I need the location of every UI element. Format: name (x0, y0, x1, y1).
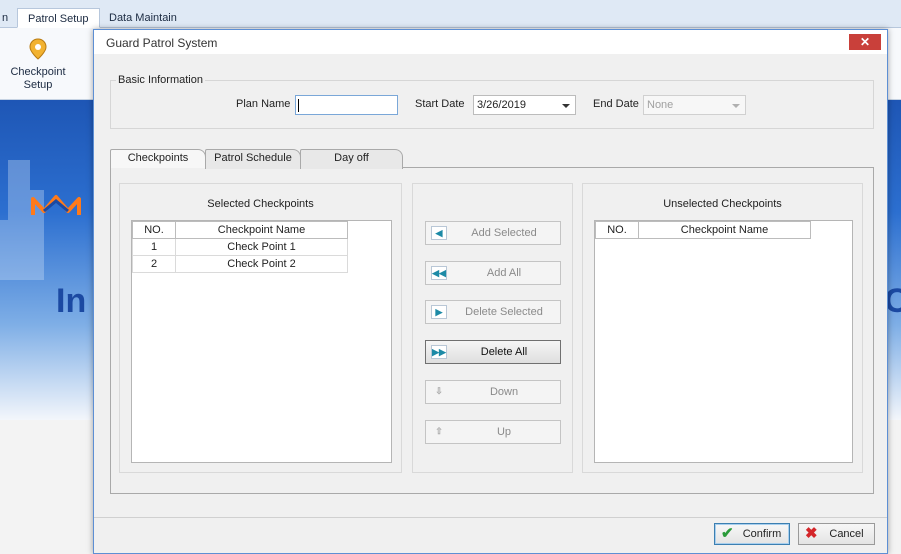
ribbon-tab-bar: n Patrol Setup Data Maintain (0, 0, 901, 28)
double-chevron-right-icon: ▶▶ (431, 345, 447, 359)
table-header-row: NO. Checkpoint Name (595, 221, 811, 239)
confirm-label: Confirm (742, 528, 782, 540)
confirm-button[interactable]: ✔ Confirm (714, 523, 790, 545)
selected-checkpoints-grid[interactable]: NO. Checkpoint Name 1 Check Point 1 2 Ch… (131, 220, 392, 463)
chevron-down-icon (732, 104, 740, 108)
location-pin-icon (29, 38, 47, 60)
unselected-checkpoints-title: Unselected Checkpoints (663, 198, 782, 210)
add-selected-button[interactable]: ◀ Add Selected (425, 221, 561, 245)
dialog-titlebar[interactable]: Guard Patrol System ✕ (94, 30, 887, 54)
up-button[interactable]: ⇧ Up (425, 420, 561, 444)
basic-information-label: Basic Information (116, 74, 205, 86)
cancel-button[interactable]: ✖ Cancel (798, 523, 875, 545)
row-no: 1 (132, 238, 176, 256)
tab-checkpoints-label: Checkpoints (127, 152, 189, 164)
unselected-checkpoints-panel: Unselected Checkpoints NO. Checkpoint Na… (582, 183, 863, 473)
tab-patrol-schedule[interactable]: Patrol Schedule (205, 149, 301, 169)
row-checkpoint-name: Check Point 1 (175, 238, 348, 256)
table-row[interactable]: 2 Check Point 2 (132, 255, 348, 273)
column-header-no[interactable]: NO. (132, 221, 176, 239)
building-silhouette (0, 220, 8, 280)
up-label: Up (496, 426, 512, 438)
footer-divider (94, 517, 887, 518)
ribbon-tab-data-maintain[interactable]: Data Maintain (99, 8, 187, 28)
tab-patrol-schedule-label: Patrol Schedule (214, 152, 292, 164)
cancel-label: Cancel (829, 528, 864, 540)
chevron-down-icon (562, 104, 570, 108)
unselected-checkpoints-table: NO. Checkpoint Name (595, 221, 811, 239)
chevron-left-icon: ◀ (431, 226, 447, 240)
cross-icon: ✖ (805, 525, 818, 542)
add-selected-label: Add Selected (471, 227, 537, 239)
close-button[interactable]: ✕ (849, 34, 881, 50)
tab-day-off[interactable]: Day off (300, 149, 403, 169)
column-header-no[interactable]: NO. (595, 221, 639, 239)
down-button[interactable]: ⇩ Down (425, 380, 561, 404)
close-icon: ✕ (859, 35, 871, 49)
delete-selected-button[interactable]: ▶ Delete Selected (425, 300, 561, 324)
guard-patrol-dialog: Guard Patrol System ✕ Basic Information … (93, 29, 888, 554)
ribbon-tab-partial[interactable]: n (0, 8, 18, 28)
add-all-button[interactable]: ◀◀ Add All (425, 261, 561, 285)
text-caret (298, 99, 299, 112)
selected-checkpoints-panel: Selected Checkpoints NO. Checkpoint Name… (119, 183, 402, 473)
column-header-checkpoint-name[interactable]: Checkpoint Name (175, 221, 348, 239)
end-date-picker[interactable]: None (643, 95, 746, 115)
dialog-title: Guard Patrol System (106, 36, 218, 50)
row-checkpoint-name: Check Point 2 (175, 255, 348, 273)
tab-checkpoints[interactable]: Checkpoints (110, 149, 206, 168)
plan-name-label: Plan Name (236, 98, 291, 110)
banner-text-left: In (56, 282, 87, 320)
start-date-label: Start Date (415, 98, 465, 110)
delete-selected-label: Delete Selected (465, 306, 543, 318)
selected-checkpoints-title: Selected Checkpoints (207, 198, 314, 210)
table-header-row: NO. Checkpoint Name (132, 221, 348, 239)
end-date-label: End Date (593, 98, 639, 110)
arrow-down-icon: ⇩ (435, 386, 443, 396)
start-date-value: 3/26/2019 (477, 99, 526, 111)
ribbon-tab-patrol-setup[interactable]: Patrol Setup (17, 8, 100, 28)
company-logo-icon (31, 195, 81, 215)
row-no: 2 (132, 255, 176, 273)
delete-all-button[interactable]: ▶▶ Delete All (425, 340, 561, 364)
down-label: Down (489, 386, 519, 398)
tab-day-off-label: Day off (334, 152, 369, 164)
selected-checkpoints-table: NO. Checkpoint Name 1 Check Point 1 2 Ch… (132, 221, 348, 273)
start-date-picker[interactable]: 3/26/2019 (473, 95, 576, 115)
column-header-checkpoint-name[interactable]: Checkpoint Name (638, 221, 811, 239)
chevron-right-icon: ▶ (431, 305, 447, 319)
add-all-label: Add All (486, 267, 522, 279)
delete-all-label: Delete All (480, 346, 528, 358)
arrow-up-icon: ⇧ (435, 426, 443, 436)
checkpoint-setup-label: Checkpoint Setup (10, 66, 66, 91)
unselected-checkpoints-grid[interactable]: NO. Checkpoint Name (594, 220, 853, 463)
end-date-value: None (647, 99, 674, 111)
double-chevron-left-icon: ◀◀ (431, 266, 447, 280)
building-silhouette (8, 160, 30, 280)
checkmark-icon: ✔ (721, 525, 734, 542)
checkpoint-setup-button[interactable]: Checkpoint Setup (4, 36, 72, 92)
action-buttons-panel: ◀ Add Selected ◀◀ Add All ▶ Delete Selec… (412, 183, 573, 473)
plan-name-input[interactable] (295, 95, 398, 115)
table-row[interactable]: 1 Check Point 1 (132, 238, 348, 256)
